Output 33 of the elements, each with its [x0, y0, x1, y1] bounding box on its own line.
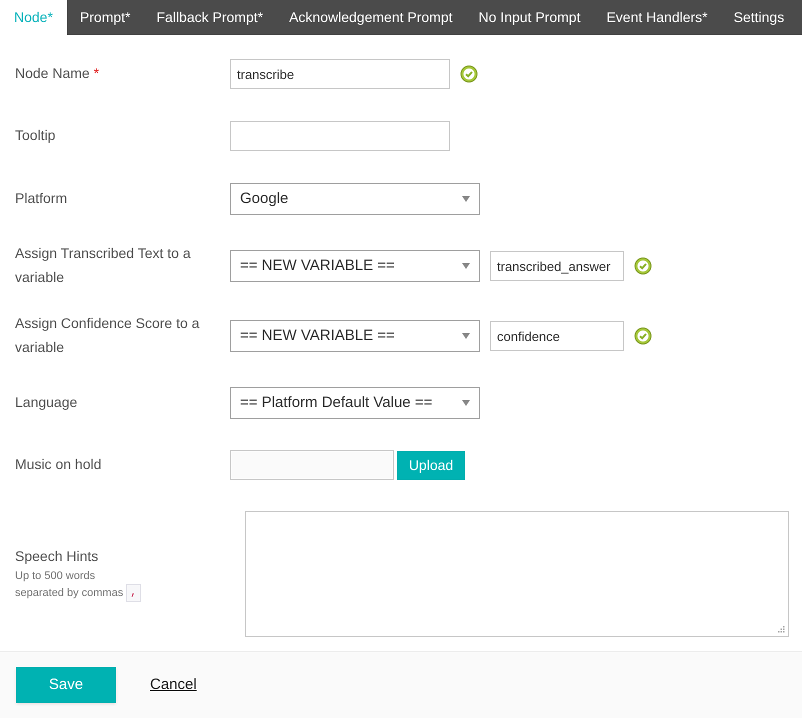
text-field[interactable]: transcribed_answer: [490, 251, 624, 281]
caret-icon: [462, 333, 470, 339]
hint-text: Up to 500 words: [15, 568, 96, 584]
tab[interactable]: Settings: [720, 0, 798, 35]
hint-text: separated by commas: [15, 586, 124, 600]
dropdown[interactable]: == Platform Default Value ==: [230, 387, 480, 419]
tab[interactable]: No Input Prompt: [466, 0, 594, 35]
caret-icon: [462, 400, 470, 406]
dropdown[interactable]: == NEW VARIABLE ==: [230, 250, 480, 282]
field-label: Language: [15, 394, 78, 410]
tab[interactable]: Event Handlers*: [593, 0, 721, 35]
file-field[interactable]: [230, 450, 394, 480]
tab[interactable]: Prompt*: [66, 0, 144, 35]
caret-icon: [462, 196, 470, 202]
text-field[interactable]: confidence: [490, 321, 624, 351]
text-field[interactable]: transcribe: [230, 59, 450, 89]
caret-icon: [462, 263, 470, 269]
cancel-link[interactable]: Cancel: [150, 674, 197, 696]
field-label: Tooltip: [15, 127, 56, 143]
field-label: Node Name *: [15, 65, 100, 81]
dropdown[interactable]: == NEW VARIABLE ==: [230, 320, 480, 352]
tab[interactable]: Fallback Prompt*: [144, 0, 276, 35]
text-field[interactable]: [230, 121, 450, 151]
field-label: Assign Transcribed Text to a variable: [15, 245, 191, 285]
field-label: Platform: [15, 190, 68, 206]
comma-code: ,: [126, 584, 141, 602]
field-label: Assign Confidence Score to a variable: [15, 315, 200, 355]
field-label: Speech Hints: [15, 546, 100, 566]
text-area[interactable]: [245, 511, 789, 637]
dropdown[interactable]: Google: [230, 183, 480, 215]
field-label: Music on hold: [15, 456, 102, 472]
tab[interactable]: Acknowledgement Prompt: [276, 0, 466, 35]
resize-handle-icon[interactable]: [778, 626, 785, 633]
